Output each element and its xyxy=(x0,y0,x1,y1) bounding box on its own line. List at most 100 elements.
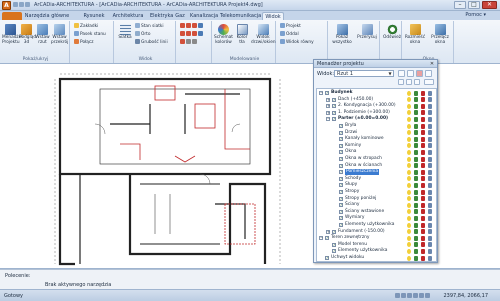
tree-options-icon[interactable] xyxy=(424,79,434,85)
tree-item[interactable]: ✓ Stropy xyxy=(317,189,436,195)
zoom-out-toggle[interactable]: Oddal xyxy=(280,31,299,37)
show-all-button[interactable]: Pokaż wszystko xyxy=(330,24,354,46)
color-swatch-icon[interactable] xyxy=(421,149,425,155)
color-swatch-icon[interactable] xyxy=(421,123,425,129)
color-swatch-icon[interactable] xyxy=(421,248,425,254)
expand-icon[interactable]: + xyxy=(326,104,330,109)
tree-item[interactable]: + ✓ Dach (+450.00) xyxy=(317,97,436,103)
lightbulb-icon[interactable] xyxy=(407,235,411,241)
visibility-checkbox[interactable]: ✓ xyxy=(332,104,336,109)
print-icon[interactable] xyxy=(428,156,432,162)
polar-toggle-icon[interactable] xyxy=(413,293,418,298)
color-swatch-icon[interactable] xyxy=(421,242,425,248)
tree-item[interactable]: ✓ Kanały kominowe xyxy=(317,136,436,142)
lightbulb-icon[interactable] xyxy=(407,248,411,254)
lock-icon[interactable] xyxy=(414,202,418,208)
print-icon[interactable] xyxy=(428,222,432,228)
tree-item[interactable]: ✓ Uchwyt widoku xyxy=(317,255,436,261)
lock-icon[interactable] xyxy=(414,143,418,149)
print-icon[interactable] xyxy=(428,110,432,116)
lightbulb-icon[interactable] xyxy=(407,202,411,208)
tree-item[interactable]: ✓ Elementy użytkownika xyxy=(317,248,436,254)
color-swatch-icon[interactable] xyxy=(421,110,425,116)
tree-item[interactable]: ✓ Elementy użytkownika xyxy=(317,222,436,228)
lock-icon[interactable] xyxy=(414,149,418,155)
tab-architecture[interactable]: Architektura xyxy=(112,12,144,20)
grid-state-toggle[interactable]: Stan siatki xyxy=(135,23,164,29)
print-icon[interactable] xyxy=(428,169,432,175)
lightbulb-icon[interactable] xyxy=(407,110,411,116)
tree-tool-2-icon[interactable] xyxy=(406,79,412,85)
print-icon[interactable] xyxy=(428,97,432,103)
grid-button[interactable]: Siatka xyxy=(117,24,133,41)
lock-icon[interactable] xyxy=(414,182,418,188)
color-swatch-icon[interactable] xyxy=(421,130,425,136)
visibility-checkbox[interactable]: ✓ xyxy=(339,216,343,221)
print-icon[interactable] xyxy=(428,130,432,136)
tab-view[interactable]: Widok xyxy=(262,12,284,20)
lightbulb-icon[interactable] xyxy=(407,156,411,162)
print-icon[interactable] xyxy=(428,182,432,188)
insert-section-button[interactable]: Wstaw przekrój xyxy=(51,24,68,46)
lightbulb-icon[interactable] xyxy=(407,130,411,136)
panel-close-icon[interactable]: ✕ xyxy=(429,61,435,67)
color-swatch-icon[interactable] xyxy=(421,156,425,162)
lightbulb-icon[interactable] xyxy=(407,209,411,215)
close-button[interactable]: ✕ xyxy=(482,1,497,9)
line-weight-toggle[interactable]: Grubość linii xyxy=(135,39,168,45)
lightbulb-icon[interactable] xyxy=(407,103,411,109)
tree-item[interactable]: ✓ Schody xyxy=(317,176,436,182)
expand-icon[interactable]: + xyxy=(326,110,330,115)
print-icon[interactable] xyxy=(428,202,432,208)
visibility-checkbox[interactable]: ✓ xyxy=(339,143,343,148)
color-swatch-icon[interactable] xyxy=(421,176,425,182)
visibility-checkbox[interactable]: ✓ xyxy=(325,236,329,241)
visibility-checkbox[interactable]: ✓ xyxy=(332,229,336,234)
color-swatch-icon[interactable] xyxy=(421,229,425,235)
tree-item[interactable]: ✓ Drzwi xyxy=(317,130,436,136)
color-swatch-icon[interactable] xyxy=(421,255,425,261)
visibility-checkbox[interactable]: ✓ xyxy=(339,150,343,155)
visibility-checkbox[interactable]: ✓ xyxy=(339,157,343,161)
visibility-checkbox[interactable]: ✓ xyxy=(339,190,343,194)
tree-item[interactable]: ✓ Ściany wstawione xyxy=(317,209,436,215)
color-swatch-icon[interactable] xyxy=(421,189,425,195)
print-icon[interactable] xyxy=(428,235,432,241)
print-icon[interactable] xyxy=(428,255,432,261)
color-swatch-icon[interactable] xyxy=(421,136,425,142)
lock-icon[interactable] xyxy=(414,130,418,136)
color-swatch-icon[interactable] xyxy=(421,222,425,228)
color-swatch-icon[interactable] xyxy=(421,90,425,96)
visibility-checkbox[interactable]: ✓ xyxy=(339,170,343,175)
color-swatch-icon[interactable] xyxy=(421,182,425,188)
lock-icon[interactable] xyxy=(414,189,418,195)
background-color-button[interactable]: Kolor tła xyxy=(234,24,250,46)
tree-tool-1-icon[interactable] xyxy=(398,79,404,85)
lock-icon[interactable] xyxy=(414,97,418,103)
lightbulb-icon[interactable] xyxy=(407,97,411,103)
lock-icon[interactable] xyxy=(414,176,418,182)
tree-item[interactable]: ✓ Słupy xyxy=(317,182,436,188)
project-manager-title[interactable]: Menadżer projektu xyxy=(314,60,437,68)
visibility-checkbox[interactable]: ✓ xyxy=(332,110,336,115)
visibility-checkbox[interactable]: ✓ xyxy=(339,130,343,135)
color-scheme-button[interactable]: Schemat kolorów xyxy=(214,24,233,46)
door-window-view-button[interactable]: Widok drzwi/okien xyxy=(251,24,276,46)
tree-item[interactable]: ✓ Kominy xyxy=(317,143,436,149)
lightbulb-icon[interactable] xyxy=(407,196,411,202)
arrange-windows-button[interactable]: Rozmieść okna xyxy=(404,24,426,46)
lock-icon[interactable] xyxy=(414,169,418,175)
lock-icon[interactable] xyxy=(414,156,418,162)
print-icon[interactable] xyxy=(428,229,432,235)
snap-toggle-icon[interactable] xyxy=(395,293,400,298)
collapse-icon[interactable]: − xyxy=(319,236,323,241)
visibility-checkbox[interactable]: ✓ xyxy=(339,183,343,188)
tab-telecom[interactable]: Telekomunikacja xyxy=(220,12,261,20)
color-swatch-icon[interactable] xyxy=(421,116,425,122)
regen-button[interactable]: Odśwież xyxy=(383,24,401,41)
insert-view-button[interactable]: Wstaw rzut xyxy=(35,24,50,46)
lightbulb-icon[interactable] xyxy=(407,123,411,129)
color-swatch-icon[interactable] xyxy=(421,169,425,175)
app-logo-icon[interactable]: A xyxy=(2,1,11,10)
lock-icon[interactable] xyxy=(414,235,418,241)
